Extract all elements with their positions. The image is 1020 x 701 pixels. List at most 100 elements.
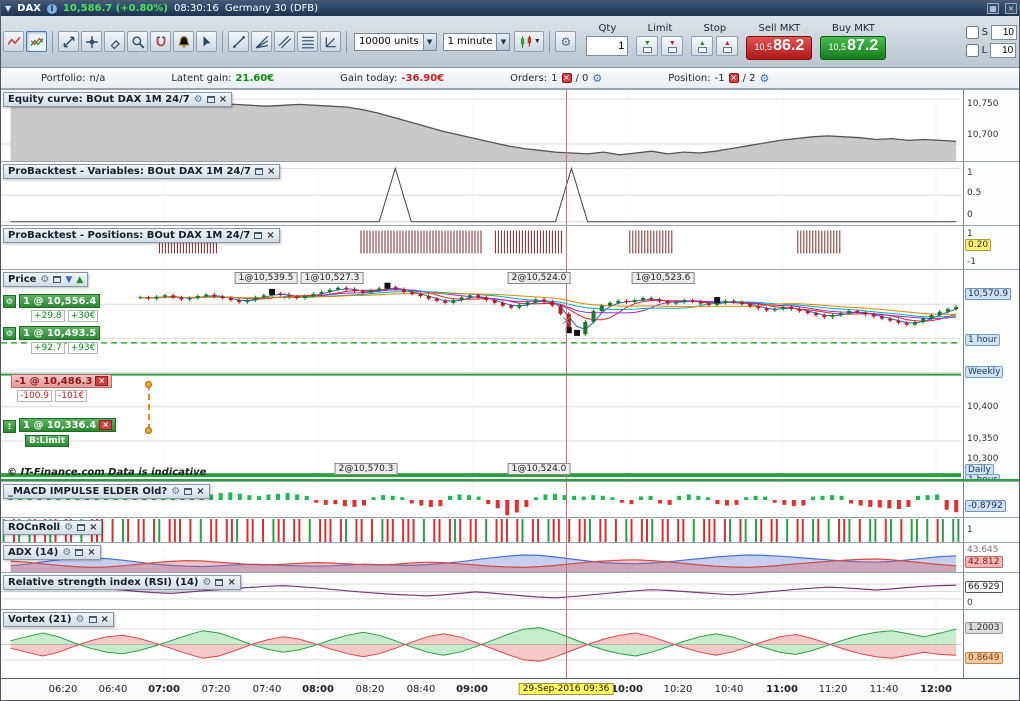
order-tag[interactable]: 1@10,524.0 [507,463,571,475]
close-icon[interactable]: × [219,95,227,105]
position-gear-icon[interactable]: ⚙ [3,327,16,340]
window-icon[interactable] [255,168,263,175]
eraser-button[interactable] [104,31,125,52]
window-icon[interactable] [215,579,224,586]
position-badge-short[interactable]: -1 @ 10,486.3 × [11,374,113,388]
trendline-tool-button[interactable] [228,31,249,52]
timeframe-tab[interactable]: 1 hour [965,474,1001,479]
position-settings-icon[interactable]: ⚙ [760,72,770,85]
window-icon[interactable] [254,232,263,239]
rocnroll-chart[interactable] [1,518,961,542]
order-drag-line[interactable] [148,384,150,430]
cancel-orders-icon[interactable]: × [561,73,572,83]
variables-panel-header[interactable]: ProBacktest - Variables: BOut DAX 1M 24/… [3,164,281,179]
order-tag[interactable]: 2@10,570.3 [334,463,398,475]
fibonacci-tool-button[interactable] [297,31,318,52]
channel-tool-button[interactable] [274,31,295,52]
limit-distance-input[interactable] [990,43,1017,58]
vortex-chart[interactable] [1,610,961,678]
close-position-icon[interactable]: × [95,376,109,386]
fan-lines-tool-button[interactable] [251,31,272,52]
chart-style-button[interactable]: ▼ [514,31,545,52]
close-icon[interactable]: × [101,615,109,625]
close-icon[interactable]: × [266,231,274,241]
sell-limit-button[interactable]: ▼ [661,36,684,56]
positions-panel-header[interactable]: ProBacktest - Positions: BOut DAX 1M 24/… [3,228,280,243]
zoom-button[interactable] [127,31,148,52]
close-icon[interactable]: × [267,167,275,177]
close-position-icon[interactable]: × [728,73,739,83]
order-settings-button[interactable]: ⚙ [555,31,577,52]
chart-tab-1-button[interactable] [3,31,24,52]
orders-count-2: / 0 [575,72,589,84]
orders-settings-icon[interactable]: ⚙ [592,72,602,85]
layout-icon[interactable]: ▦ [987,3,999,14]
units-select[interactable]: 10000 units ▼ [354,32,437,51]
drag-handle[interactable] [145,381,152,388]
window-icon[interactable] [75,549,84,556]
sell-arrow-icon[interactable]: ▼ [65,275,72,285]
wrench-icon[interactable]: ⚙ [76,614,85,625]
timeframe-tab[interactable]: 1 hour [965,334,1001,346]
wrench-icon[interactable]: ⚙ [194,94,203,105]
limit-order-badge[interactable]: 1 @ 10,336.4 × [19,418,116,432]
position-badge-long-1[interactable]: 1 @ 10,556.4 [19,294,101,308]
adx-chart[interactable] [1,543,961,572]
window-icon[interactable] [53,276,62,283]
buy-arrow-icon[interactable]: ▲ [76,275,83,285]
symbol-dropdown-icon[interactable]: ▼ [5,4,11,13]
wrench-icon[interactable]: ⚙ [64,522,73,533]
cancel-order-icon[interactable]: × [99,420,112,430]
price-chart[interactable]: ×× [1,270,961,481]
sell-stop-button[interactable]: ▲ [716,36,739,56]
timeframe-select[interactable]: 1 minute ▼ [442,32,511,51]
angle-tool-button[interactable] [320,31,341,52]
timeframe-tab[interactable]: Weekly [965,366,1004,378]
crosshair-button[interactable] [81,31,102,52]
limit-checkbox[interactable] [965,44,979,57]
wrench-icon[interactable]: ⚙ [171,486,180,497]
wrench-icon[interactable]: ⚙ [40,274,49,285]
window-icon[interactable] [184,488,193,495]
close-icon[interactable]: × [196,487,204,497]
stop-checkbox[interactable] [965,26,979,39]
buy-market-button[interactable]: 10,5 87.2 [820,36,887,60]
vortex-panel-header[interactable]: Vortex (21) ⚙ × [3,612,114,627]
rsi-panel-header[interactable]: Relative strength index (RSI) (14) ⚙ × [3,575,241,590]
wrench-icon[interactable]: ⚙ [202,577,211,588]
macd-panel-header[interactable]: _MACD IMPULSE ELDER Old? ⚙ × [3,484,210,499]
pan-button[interactable] [58,31,79,52]
order-tag[interactable]: 1@10,539.5 [234,272,298,284]
magnet-button[interactable] [150,31,171,52]
alarm-button[interactable] [173,31,194,52]
price-panel-header[interactable]: Price ⚙ ▼ ▲ [3,272,89,287]
drag-handle[interactable] [145,427,152,434]
info-icon[interactable]: i [46,3,57,14]
window-icon[interactable] [206,96,215,103]
close-icon[interactable]: × [227,578,235,588]
chart-tab-2-button[interactable] [26,31,47,52]
qty-input[interactable] [586,36,629,56]
wrench-icon[interactable]: ⚙ [62,547,71,558]
order-arrow-icon[interactable]: ↥ [3,420,16,433]
position-badge-long-2[interactable]: 1 @ 10,493.5 [19,326,101,340]
stop-distance-input[interactable] [991,25,1017,40]
order-tag[interactable]: 1@10,523.6 [631,272,695,284]
buy-stop-button[interactable]: ▲ [691,36,714,56]
close-icon[interactable]: × [87,548,95,558]
order-tag[interactable]: 1@10,527.3 [300,272,364,284]
order-tag[interactable]: 2@10,524.0 [507,272,571,284]
window-icon[interactable] [77,524,86,531]
variables-axis: 1 0.5 0 [963,162,1019,225]
sell-market-button[interactable]: 10,5 86.2 [746,36,813,60]
buy-limit-button[interactable]: ▼ [636,36,659,56]
close-icon[interactable]: × [89,523,97,533]
rocnroll-panel-header[interactable]: ROCnRoll ⚙ × [3,520,103,535]
equity-panel-header[interactable]: Equity curve: BOut DAX 1M 24/7 ⚙ × [3,92,233,107]
pointer-button[interactable] [196,31,217,52]
close-window-icon[interactable]: × [1005,3,1017,14]
time-axis[interactable]: 06:20 06:40 07:00 07:20 07:40 08:00 08:20 08:40… [1,678,1019,700]
position-gear-icon[interactable]: ⚙ [3,295,16,308]
window-icon[interactable] [88,616,97,623]
adx-panel-header[interactable]: ADX (14) ⚙ × [3,545,101,560]
